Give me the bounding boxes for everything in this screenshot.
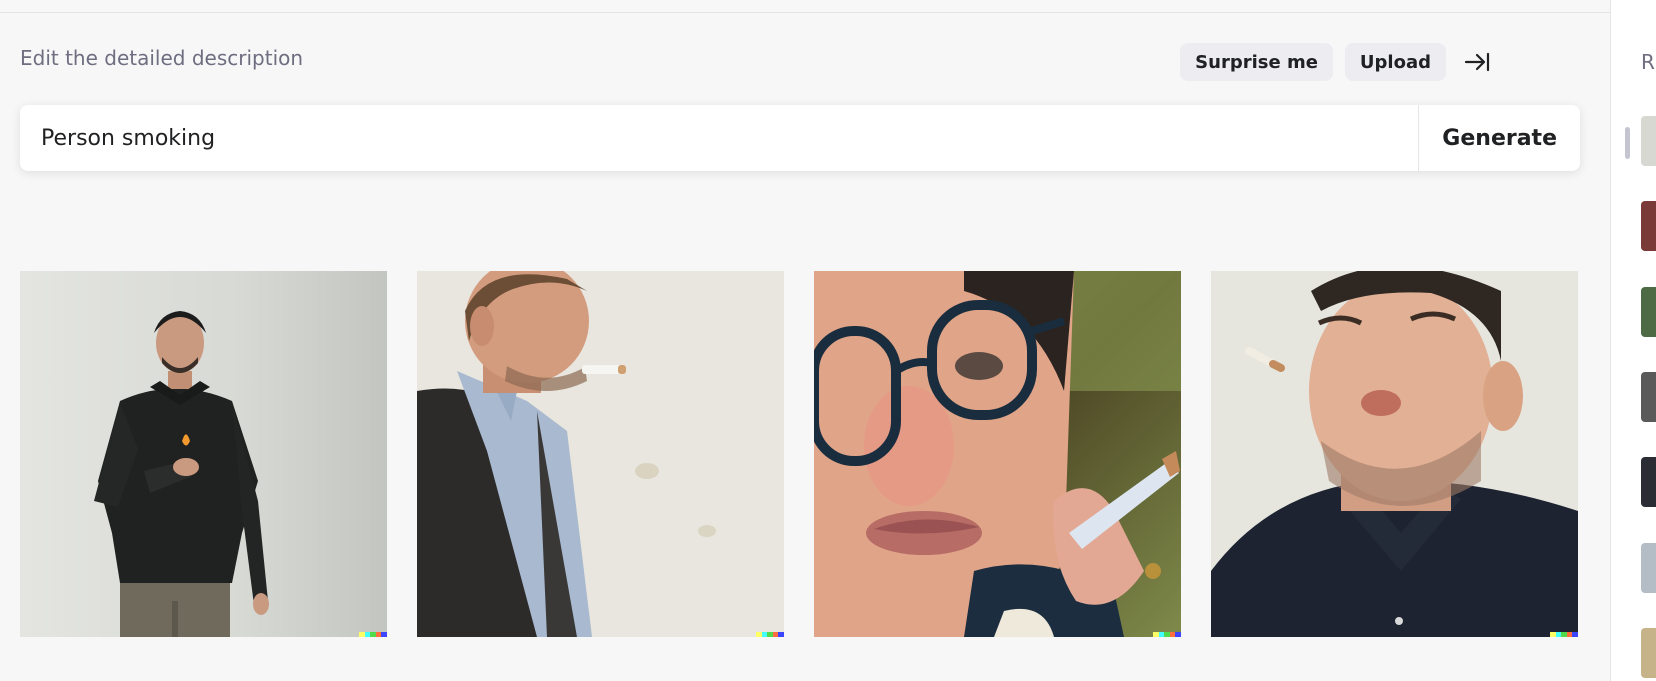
history-thumbnail[interactable] [1641, 116, 1656, 166]
generated-image-1[interactable] [20, 271, 387, 637]
generated-image-4[interactable] [1211, 271, 1578, 637]
generated-image-3[interactable] [814, 271, 1181, 637]
prompt-label: Edit the detailed description [20, 46, 304, 70]
history-thumbnail[interactable] [1641, 457, 1656, 507]
history-thumbnail[interactable] [1641, 201, 1656, 251]
generate-button[interactable]: Generate [1418, 105, 1580, 171]
sidebar-title: R [1641, 50, 1655, 74]
image-3-illustration [814, 271, 1181, 637]
prompt-bar: Generate [20, 105, 1580, 171]
collapse-sidebar-button[interactable] [1458, 43, 1496, 81]
upload-button[interactable]: Upload [1344, 43, 1446, 81]
history-thumbnail[interactable] [1641, 543, 1656, 593]
image-4-illustration [1211, 271, 1578, 637]
watermark-stripes [1550, 632, 1578, 637]
image-grid [20, 271, 1578, 637]
sidebar-scrollbar[interactable] [1625, 127, 1630, 159]
prompt-input[interactable] [20, 105, 1419, 171]
history-sidebar: R [1610, 0, 1656, 681]
surprise-me-button[interactable]: Surprise me [1180, 43, 1333, 81]
generated-image-2[interactable] [417, 271, 784, 637]
watermark-stripes [359, 632, 387, 637]
image-2-illustration [417, 271, 784, 637]
watermark-stripes [756, 632, 784, 637]
history-thumbnail[interactable] [1641, 287, 1656, 337]
editor-toolbar: Surprise me Upload [1180, 43, 1496, 81]
arrow-to-right-bar-icon [1464, 52, 1490, 72]
history-thumbnail[interactable] [1641, 628, 1656, 678]
top-bar-divider [0, 0, 1610, 13]
image-1-illustration [20, 271, 387, 637]
history-thumbnail[interactable] [1641, 372, 1656, 422]
watermark-stripes [1153, 632, 1181, 637]
